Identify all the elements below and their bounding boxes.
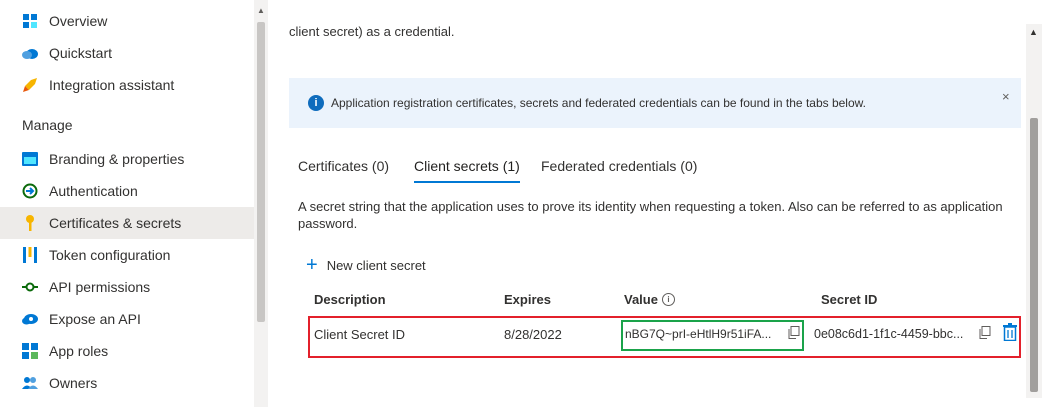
sidebar-item-label: Expose an API <box>49 311 141 327</box>
tab-client-secrets[interactable]: Client secrets (1) <box>414 158 520 183</box>
tab-federated-credentials[interactable]: Federated credentials (0) <box>541 158 697 174</box>
new-client-secret-button[interactable]: + New client secret <box>306 254 426 276</box>
copy-value-icon[interactable] <box>788 326 800 339</box>
sidebar-item-label: Authentication <box>49 183 138 199</box>
sidebar-item-label: Owners <box>49 375 98 391</box>
api-permissions-icon <box>22 279 38 295</box>
sidebar: Overview Quickstart Integration assistan… <box>0 0 254 407</box>
owners-icon <box>22 375 38 391</box>
close-icon[interactable]: × <box>1002 89 1010 104</box>
main-content: client secret) as a credential. i Applic… <box>268 0 1052 407</box>
rocket-icon <box>22 77 38 93</box>
intro-text: client secret) as a credential. <box>289 24 455 39</box>
copy-secret-id-icon[interactable] <box>979 326 991 339</box>
column-header-value: Value i <box>624 292 675 307</box>
sidebar-scroll-thumb[interactable] <box>257 22 265 322</box>
sidebar-item-token-configuration[interactable]: Token configuration <box>0 239 254 271</box>
sidebar-item-label: Integration assistant <box>49 77 175 93</box>
column-header-secret-id: Secret ID <box>821 292 878 307</box>
sidebar-item-overview[interactable]: Overview <box>0 5 254 37</box>
sidebar-item-label: Token configuration <box>49 247 171 263</box>
new-client-secret-label: New client secret <box>326 257 426 273</box>
sidebar-item-label: Overview <box>49 13 108 29</box>
tab-label: Certificates (0) <box>298 158 390 174</box>
info-icon: i <box>308 95 324 111</box>
cell-secret-id: 0e08c6d1-1f1c-4459-bbc... <box>814 327 964 341</box>
app-roles-icon <box>22 343 38 359</box>
sidebar-item-certificates-secrets[interactable]: Certificates & secrets <box>0 207 254 239</box>
sidebar-item-label: Quickstart <box>49 45 113 61</box>
main-scrollbar[interactable]: ▲ <box>1026 24 1042 398</box>
column-header-expires: Expires <box>504 292 551 307</box>
sidebar-item-quickstart[interactable]: Quickstart <box>0 37 254 69</box>
cloud-icon <box>22 311 38 327</box>
sidebar-item-app-roles[interactable]: App roles <box>0 335 254 367</box>
sidebar-item-label: Certificates & secrets <box>49 215 182 231</box>
sidebar-item-branding[interactable]: Branding & properties <box>0 143 254 175</box>
scroll-up-arrow-icon[interactable]: ▲ <box>257 6 265 15</box>
token-bars-icon <box>22 247 38 263</box>
sidebar-item-integration-assistant[interactable]: Integration assistant <box>0 69 254 101</box>
info-bar-text: Application registration certificates, s… <box>331 96 866 110</box>
tab-label: Client secrets (1) <box>414 158 520 174</box>
manage-heading: Manage <box>22 117 73 133</box>
plus-icon: + <box>306 254 318 276</box>
sidebar-item-authentication[interactable]: Authentication <box>0 175 254 207</box>
authentication-icon <box>22 183 38 199</box>
secret-description: A secret string that the application use… <box>298 199 1003 231</box>
key-icon <box>22 215 38 231</box>
scroll-up-arrow-icon[interactable]: ▲ <box>1029 27 1038 37</box>
quickstart-cloud-icon <box>22 45 38 61</box>
sidebar-item-expose-api[interactable]: Expose an API <box>0 303 254 335</box>
sidebar-item-label: API permissions <box>49 279 151 295</box>
sidebar-item-label: App roles <box>49 343 109 359</box>
cell-expires: 8/28/2022 <box>504 327 562 342</box>
sidebar-item-api-permissions[interactable]: API permissions <box>0 271 254 303</box>
sidebar-item-label: Branding & properties <box>49 151 185 167</box>
active-tab-underline <box>414 181 520 183</box>
cell-description: Client Secret ID <box>314 327 406 342</box>
overview-grid-icon <box>22 13 38 29</box>
delete-trash-icon[interactable] <box>1003 323 1017 342</box>
branding-icon <box>22 151 38 167</box>
tab-certificates[interactable]: Certificates (0) <box>298 158 389 174</box>
cell-value: nBG7Q~prI-eHtlH9r51iFA... <box>625 327 772 341</box>
column-header-value-label: Value <box>624 292 658 307</box>
sidebar-scrollbar[interactable]: ▲ <box>254 0 268 407</box>
sidebar-item-owners[interactable]: Owners <box>0 367 254 399</box>
column-header-description: Description <box>314 292 386 307</box>
main-scroll-thumb[interactable] <box>1030 118 1038 392</box>
info-bar: i Application registration certificates,… <box>289 78 1021 128</box>
tab-label: Federated credentials (0) <box>541 158 698 174</box>
value-info-icon[interactable]: i <box>661 293 675 306</box>
